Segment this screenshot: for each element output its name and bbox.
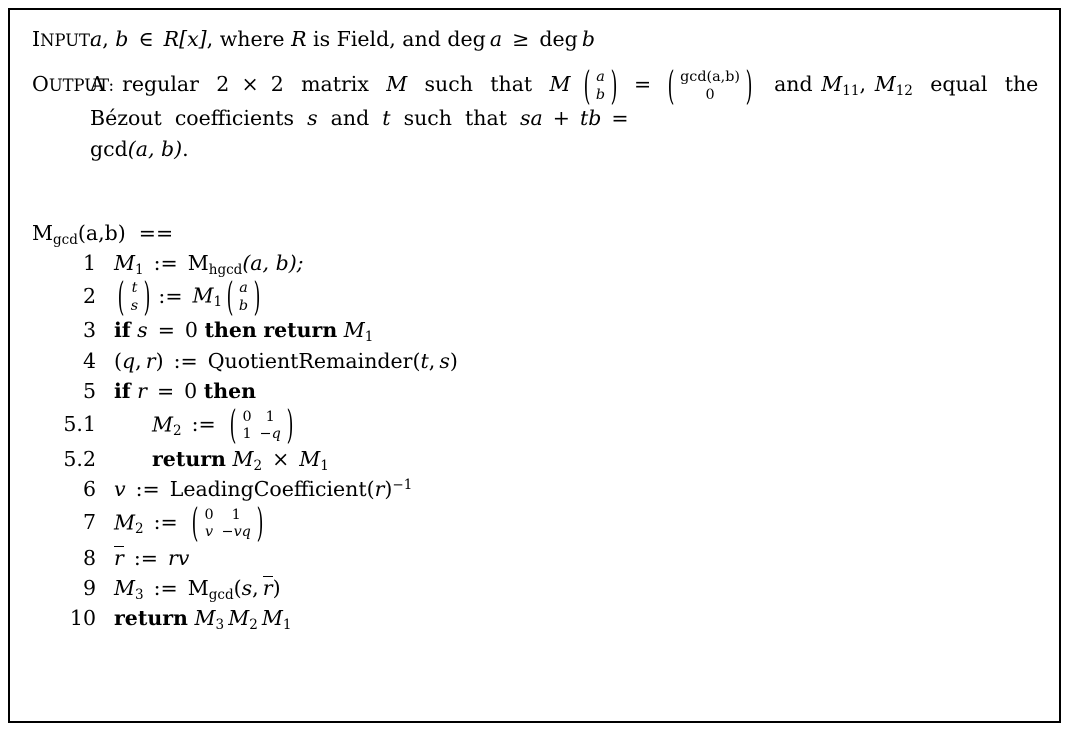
step-body: v := LeadingCoefficient(r)−1 (114, 477, 413, 502)
step-number: 4 (82, 348, 96, 373)
matrix-2x2: (0 1 v −vq) (191, 500, 264, 546)
paren-right: ) (610, 62, 618, 109)
algorithm-step: 2 (t s):= M1(a b) (32, 273, 1045, 320)
column-vector-gcd: (gcd(a,b) 0) (667, 62, 753, 109)
paren-right: ) (254, 273, 261, 320)
algorithm-listing: Mgcd(a,b) == 1 M1 := Mhgcd(a, b); 2 (t s)… (32, 221, 1045, 635)
paren-right: ) (745, 62, 753, 109)
column-vector-ab: (a b) (226, 273, 261, 320)
paren-left: ( (583, 62, 590, 109)
column-vector-ab: (a b) (583, 62, 618, 109)
step-number: 1 (82, 250, 96, 275)
algorithm-signature: Mgcd(a,b) == (32, 221, 174, 248)
step-number: 3 (82, 318, 96, 343)
overline-r: r (114, 545, 124, 570)
step-number: 2 (82, 283, 96, 308)
step-number: 10 (69, 605, 96, 630)
paren-right: ) (144, 273, 151, 320)
step-number: 9 (82, 576, 96, 601)
output-line-3: gcd(a, b). (90, 136, 189, 161)
comma-2: , (389, 27, 396, 51)
paren-left: ( (226, 273, 234, 320)
step-body: return M2 × M1 (152, 446, 329, 474)
step-body: M1 := Mhgcd(a, b); (114, 250, 304, 278)
algorithm-step: 6 v := LeadingCoefficient(r)−1 (32, 476, 1045, 507)
algorithm-content: INPUT: a, b ∈ R[x], where R is Field, an… (32, 20, 1045, 635)
output-line-1: A regular 2 × 2 matrix M such that M (a b… (90, 62, 813, 109)
paren-left: ( (229, 402, 237, 448)
step-body: M2 := (0 1 v −vq) (114, 500, 264, 546)
algorithm-step: 7 M2 := (0 1 v −vq) (32, 500, 1045, 546)
algorithm-step: 8 r := rv (32, 544, 1045, 575)
step-body: (t s):= M1(a b) (118, 273, 261, 320)
step-number: 5.2 (63, 446, 96, 471)
step-number: 5.1 (63, 412, 96, 437)
matrix-2x2: (0 1 1 −q) (229, 402, 294, 448)
step-body: if r = 0 then (114, 379, 257, 404)
paren-left: ( (118, 273, 125, 320)
column-vector-ts: (t s) (118, 273, 151, 320)
algorithm-step: 5 if r = 0 then (32, 378, 1045, 409)
algorithm-step: 5.2 return M2 × M1 (32, 446, 1045, 477)
comma-1: , (206, 27, 214, 51)
paren-right: ) (256, 500, 264, 546)
step-body: r := rv (114, 545, 190, 570)
paren-left: ( (191, 500, 199, 546)
comma-3: , (859, 72, 867, 97)
input-specification: INPUT: a, b ∈ R[x], where R is Field, an… (32, 24, 1045, 55)
algorithm-step: 4 (q, r) := QuotientRemainder(t, s) (32, 348, 1045, 379)
step-body: (q, r) := QuotientRemainder(t, s) (114, 348, 458, 373)
algorithm-step: 3 if s = 0 then return M1 (32, 317, 1045, 348)
step-body: return M3 M2 M1 (114, 605, 292, 633)
algorithm-step: 5.1 M2 := (0 1 1 −q) (32, 402, 1045, 448)
algorithm-box: INPUT: a, b ∈ R[x], where R is Field, an… (8, 8, 1061, 723)
input-label: INPUT: (32, 27, 95, 51)
output-specification: OUTPUT: A regular 2 × 2 matrix M such th… (32, 62, 1045, 165)
algorithm-step: 1 M1 := Mhgcd(a, b); (32, 250, 1045, 281)
output-label: OUTPUT: (32, 72, 114, 97)
paren-left: ( (667, 62, 675, 109)
step-number: 8 (82, 545, 96, 570)
step-number: 6 (82, 477, 96, 502)
step-number: 7 (82, 510, 96, 535)
step-number: 5 (82, 379, 96, 404)
overline-r: r (262, 576, 273, 601)
step-body: M2 := (0 1 1 −q) (152, 402, 294, 448)
step-body: if s = 0 then return M1 (114, 318, 374, 346)
step-body: M3 := Mgcd(s, r) (114, 576, 281, 604)
algorithm-step: 9 M3 := Mgcd(s, r) (32, 574, 1045, 605)
paren-right: ) (286, 402, 294, 448)
algorithm-step: 10 return M3 M2 M1 (32, 605, 1045, 636)
input-text: a, b ∈ R[x], where R is Field, and deg a… (90, 27, 595, 51)
